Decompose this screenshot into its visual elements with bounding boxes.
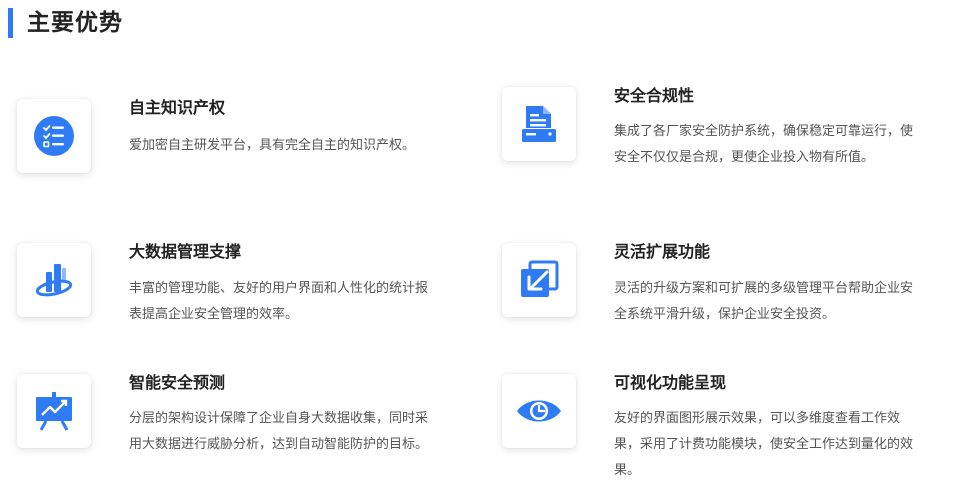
feature-description: 友好的界面图形展示效果，可以多维度查看工作效果，采用了计费功能模块，使安全工作达…: [614, 411, 914, 478]
feature-icon-card: [17, 243, 91, 317]
title-accent-bar: [8, 8, 13, 38]
feature-icon-card: [502, 87, 576, 161]
page-title: 主要优势: [27, 10, 123, 36]
feature-title: 灵活扩展功能: [614, 242, 711, 261]
feature-description: 分层的架构设计保障了企业自身大数据收集，同时采用大数据进行威胁分析，达到自动智能…: [129, 411, 429, 452]
feature-title: 安全合规性: [614, 86, 695, 105]
checklist-icon: [34, 116, 74, 156]
feature-description: 灵活的升级方案和可扩展的多级管理平台帮助企业安全系统平滑升级，保护企业安全投资。: [614, 281, 914, 322]
feature-icon-card: [17, 374, 91, 448]
expand-arrow-icon: [521, 260, 559, 297]
feature-title: 大数据管理支撑: [129, 242, 242, 261]
feature-title: 自主知识产权: [129, 98, 226, 117]
feature-title: 可视化功能呈现: [614, 373, 727, 392]
feature-description: 丰富的管理功能、友好的用户界面和人性化的统计报表提高企业安全管理的效率。: [129, 281, 429, 322]
trend-board-icon: [36, 392, 72, 431]
feature-icon-card: [17, 99, 91, 173]
feature-description: 爱加密自主研发平台，具有完全自主的知识产权。: [129, 138, 416, 153]
eye-icon: [517, 400, 561, 422]
feature-icon-card: [502, 374, 576, 448]
data-orbit-icon: [35, 264, 73, 297]
document-printer-icon: [522, 106, 556, 142]
feature-description: 集成了各厂家安全防护系统，确保稳定可靠运行，使安全不仅仅是合规，更使企业投入物有…: [614, 124, 914, 165]
feature-icon-card: [502, 243, 576, 317]
feature-title: 智能安全预测: [129, 373, 226, 392]
